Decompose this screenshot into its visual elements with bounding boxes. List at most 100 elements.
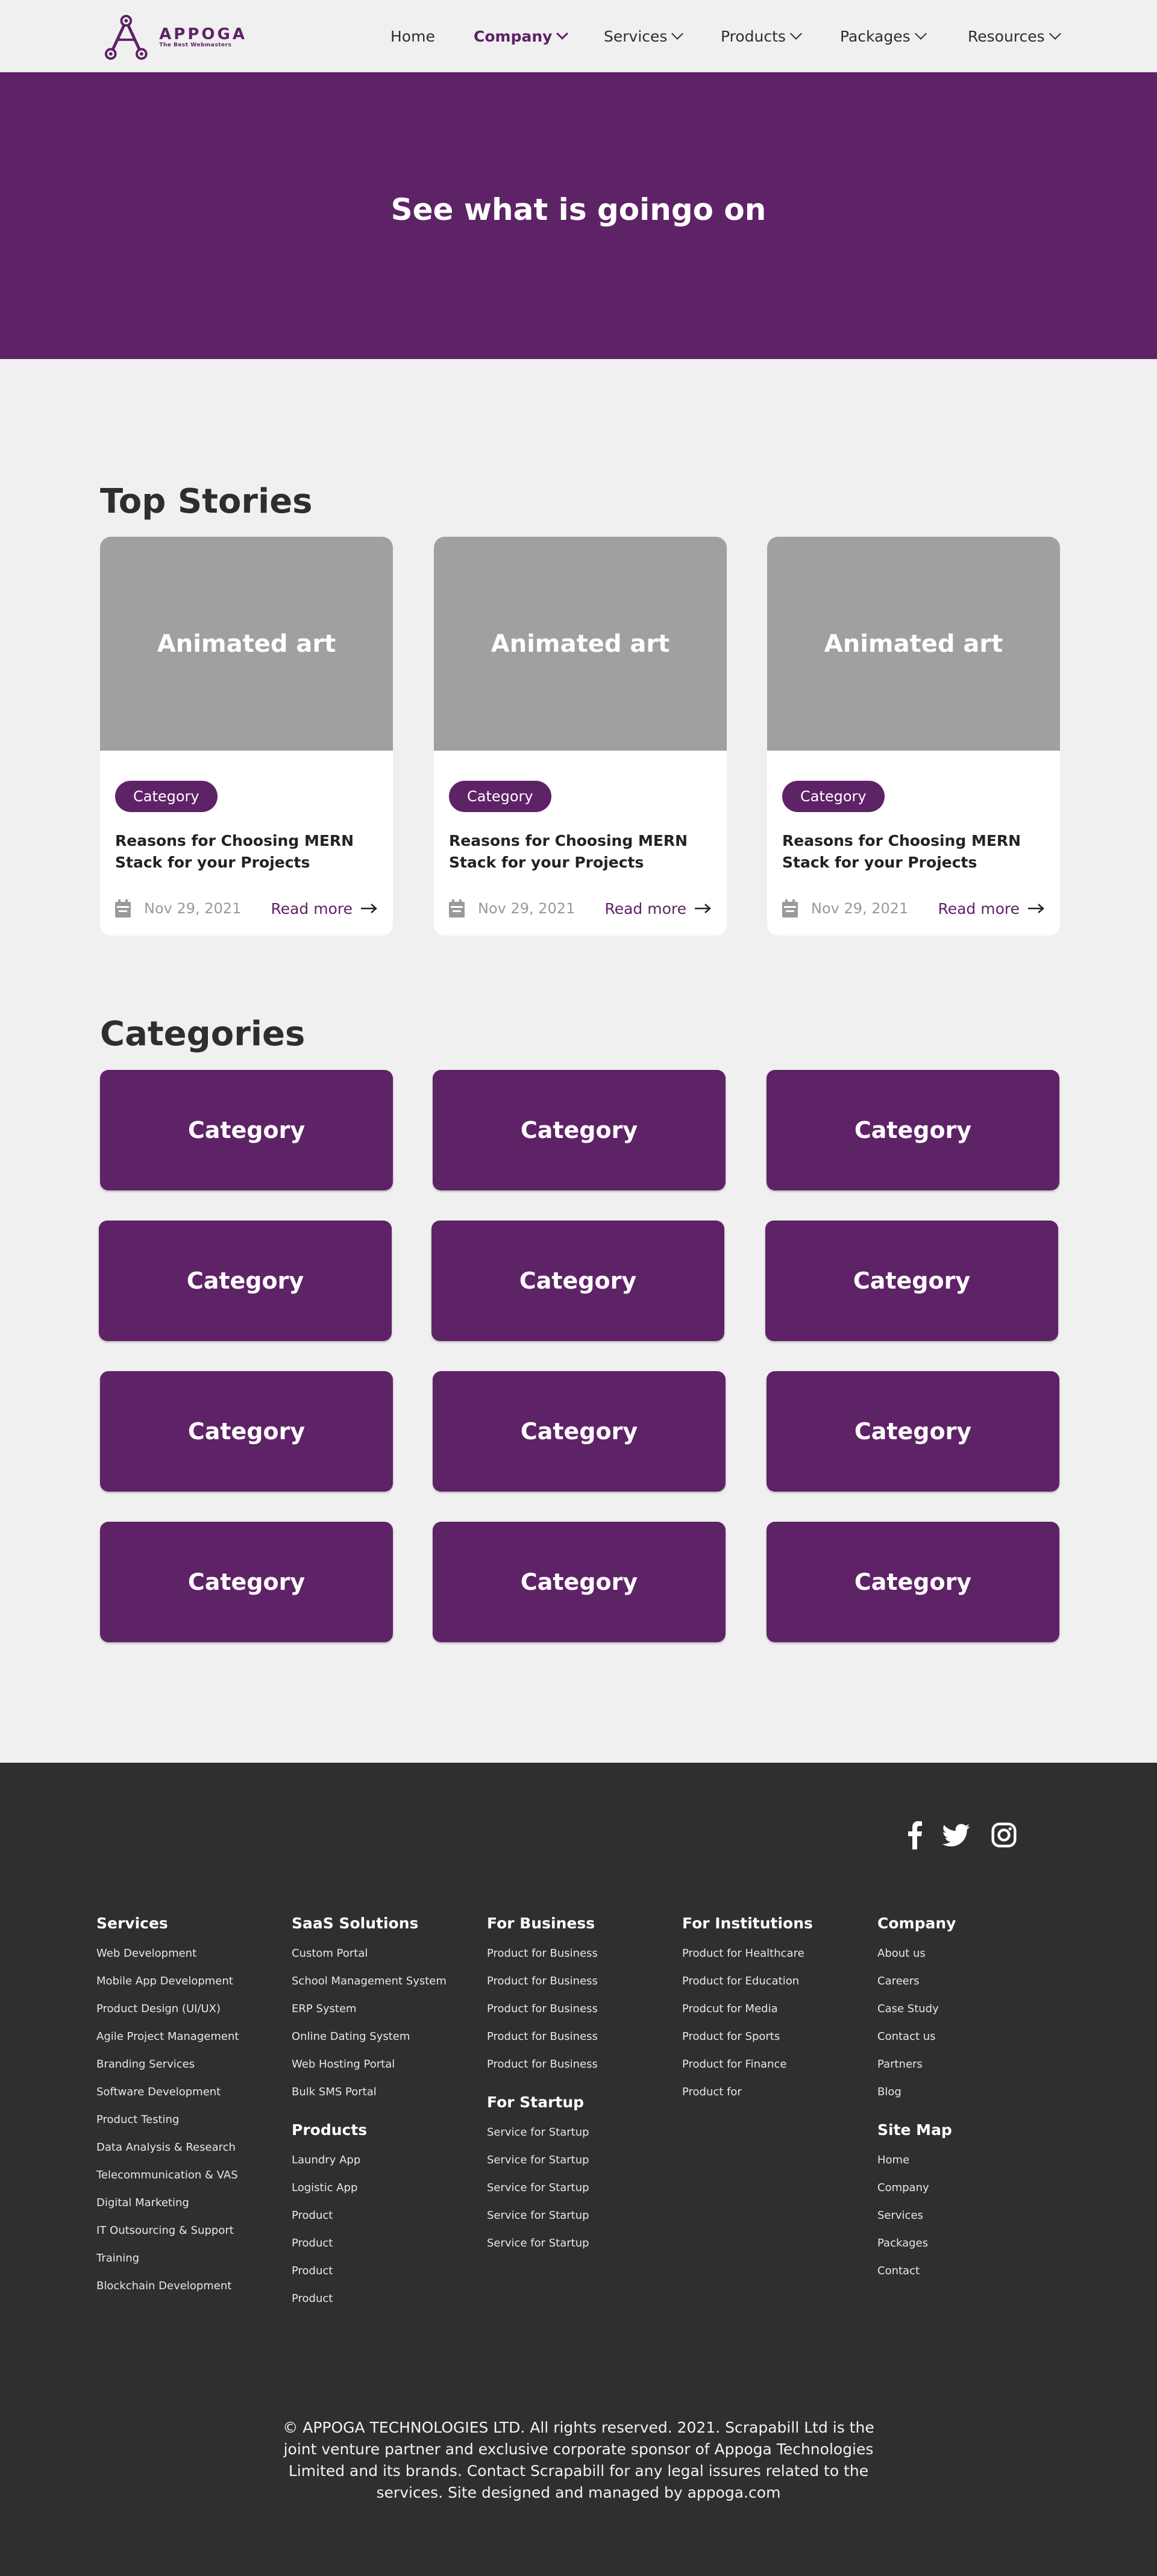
footer-col-services: Services Web Development Mobile App Deve… <box>96 1915 289 2306</box>
footer-link[interactable]: Product for Healthcare <box>682 1945 875 1973</box>
category-tile[interactable]: Category <box>99 1221 392 1341</box>
footer-link[interactable]: Partners <box>877 2056 1070 2084</box>
category-tile[interactable]: Category <box>767 1522 1059 1642</box>
nav-products[interactable]: Products <box>721 24 802 48</box>
read-more-link[interactable]: Read more <box>271 900 378 918</box>
footer-link[interactable]: Product for Finance <box>682 2056 875 2084</box>
calendar-icon <box>449 899 465 918</box>
footer-link[interactable]: Product <box>292 2263 484 2290</box>
category-badge[interactable]: Category <box>115 781 218 812</box>
footer-heading: Company <box>877 1915 956 1932</box>
category-badge[interactable]: Category <box>782 781 885 812</box>
category-tile[interactable]: Category <box>433 1522 726 1642</box>
category-tile[interactable]: Category <box>765 1221 1058 1341</box>
category-tile[interactable]: Category <box>433 1371 726 1492</box>
footer-link[interactable]: Training <box>96 2250 289 2278</box>
category-tile[interactable]: Category <box>100 1070 393 1190</box>
footer-link[interactable]: Product Testing <box>96 2112 289 2139</box>
footer-link[interactable]: Blog <box>877 2084 1070 2112</box>
footer-link[interactable]: Prodcut for Media <box>682 2001 875 2028</box>
footer-link[interactable]: Packages <box>877 2235 1070 2263</box>
footer-link[interactable]: Product for Business <box>487 2056 680 2084</box>
category-tile[interactable]: Category <box>100 1371 393 1492</box>
footer-link[interactable]: Data Analysis & Research <box>96 2139 289 2167</box>
category-tile[interactable]: Category <box>433 1070 726 1190</box>
footer-link[interactable]: Telecommunication & VAS <box>96 2167 289 2195</box>
footer-link[interactable]: Blockchain Development <box>96 2278 289 2306</box>
footer-link[interactable]: Case Study <box>877 2001 1070 2028</box>
category-badge[interactable]: Category <box>449 781 551 812</box>
footer-link[interactable]: Product for Business <box>487 1973 680 2001</box>
footer-link[interactable]: Bulk SMS Portal <box>292 2084 484 2112</box>
footer-link[interactable]: Careers <box>877 1973 1070 2001</box>
footer-link[interactable]: Contact <box>877 2263 1070 2290</box>
story-card[interactable]: Animated art Category Reasons for Choosi… <box>434 537 727 936</box>
footer-link[interactable]: Product for Business <box>487 1945 680 1973</box>
footer-link[interactable]: Service for Startup <box>487 2124 680 2152</box>
social-links <box>908 1821 1017 1849</box>
footer-link[interactable]: Laundry App <box>292 2152 484 2180</box>
category-tile[interactable]: Category <box>100 1522 393 1642</box>
story-date: Nov 29, 2021 <box>811 900 909 917</box>
footer-link[interactable]: Service for Startup <box>487 2235 680 2263</box>
story-title[interactable]: Reasons for Choosing MERN Stack for your… <box>782 830 1050 874</box>
category-tile[interactable]: Category <box>767 1371 1059 1492</box>
footer-link[interactable]: Home <box>877 2152 1070 2180</box>
footer-link[interactable]: Product for Business <box>487 2001 680 2028</box>
instagram-icon[interactable] <box>991 1822 1017 1848</box>
nav-services[interactable]: Services <box>604 24 684 48</box>
footer-link[interactable]: Product for <box>682 2084 875 2112</box>
footer-link[interactable]: Web Hosting Portal <box>292 2056 484 2084</box>
story-image: Animated art <box>434 537 727 751</box>
story-meta: Nov 29, 2021 Read more <box>115 896 378 921</box>
nav-home[interactable]: Home <box>390 24 435 48</box>
story-title[interactable]: Reasons for Choosing MERN Stack for your… <box>449 830 717 874</box>
nav-resources[interactable]: Resources <box>968 24 1061 48</box>
footer-link[interactable]: School Management System <box>292 1973 484 2001</box>
story-card[interactable]: Animated art Category Reasons for Choosi… <box>100 537 393 936</box>
footer-link[interactable]: Branding Services <box>96 2056 289 2084</box>
read-more-link[interactable]: Read more <box>938 900 1045 918</box>
nav-packages-label: Packages <box>840 27 911 45</box>
footer-link[interactable]: Company <box>877 2180 1070 2207</box>
footer-link[interactable]: Services <box>877 2207 1070 2235</box>
nav-home-label: Home <box>390 27 435 45</box>
footer-link[interactable]: Product Design (UI/UX) <box>96 2001 289 2028</box>
story-card[interactable]: Animated art Category Reasons for Choosi… <box>767 537 1060 936</box>
footer-link[interactable]: Web Development <box>96 1945 289 1973</box>
read-more-label: Read more <box>604 899 686 918</box>
story-body: Category Reasons for Choosing MERN Stack… <box>767 751 1060 936</box>
footer-link[interactable]: IT Outsourcing & Support <box>96 2222 289 2250</box>
footer-link[interactable]: Digital Marketing <box>96 2195 289 2222</box>
footer-link[interactable]: Product for Business <box>487 2028 680 2056</box>
footer-link[interactable]: Logistic App <box>292 2180 484 2207</box>
twitter-icon[interactable] <box>941 1821 971 1849</box>
footer-link[interactable]: About us <box>877 1945 1070 1973</box>
footer-link[interactable]: Product <box>292 2207 484 2235</box>
story-body: Category Reasons for Choosing MERN Stack… <box>100 751 393 936</box>
footer-link[interactable]: Contact us <box>877 2028 1070 2056</box>
footer-link[interactable]: Online Dating System <box>292 2028 484 2056</box>
nav-company[interactable]: Company <box>474 24 569 48</box>
site-footer: Services Web Development Mobile App Deve… <box>0 1763 1157 2576</box>
footer-link[interactable]: Software Development <box>96 2084 289 2112</box>
footer-link[interactable]: Product <box>292 2235 484 2263</box>
footer-link[interactable]: Agile Project Management <box>96 2028 289 2056</box>
footer-link[interactable]: Service for Startup <box>487 2180 680 2207</box>
story-title[interactable]: Reasons for Choosing MERN Stack for your… <box>115 830 383 874</box>
footer-link[interactable]: Product for Sports <box>682 2028 875 2056</box>
footer-link[interactable]: Mobile App Development <box>96 1973 289 2001</box>
nav-packages[interactable]: Packages <box>840 24 927 48</box>
read-more-label: Read more <box>938 899 1020 918</box>
footer-link[interactable]: Custom Portal <box>292 1945 484 1973</box>
footer-link[interactable]: Service for Startup <box>487 2207 680 2235</box>
footer-link[interactable]: Service for Startup <box>487 2152 680 2180</box>
category-tile[interactable]: Category <box>431 1221 724 1341</box>
facebook-icon[interactable] <box>908 1821 922 1849</box>
footer-link[interactable]: Product for Education <box>682 1973 875 2001</box>
nav-products-label: Products <box>721 27 786 45</box>
category-tile[interactable]: Category <box>767 1070 1059 1190</box>
footer-link[interactable]: Product <box>292 2290 484 2318</box>
read-more-link[interactable]: Read more <box>604 900 712 918</box>
footer-link[interactable]: ERP System <box>292 2001 484 2028</box>
